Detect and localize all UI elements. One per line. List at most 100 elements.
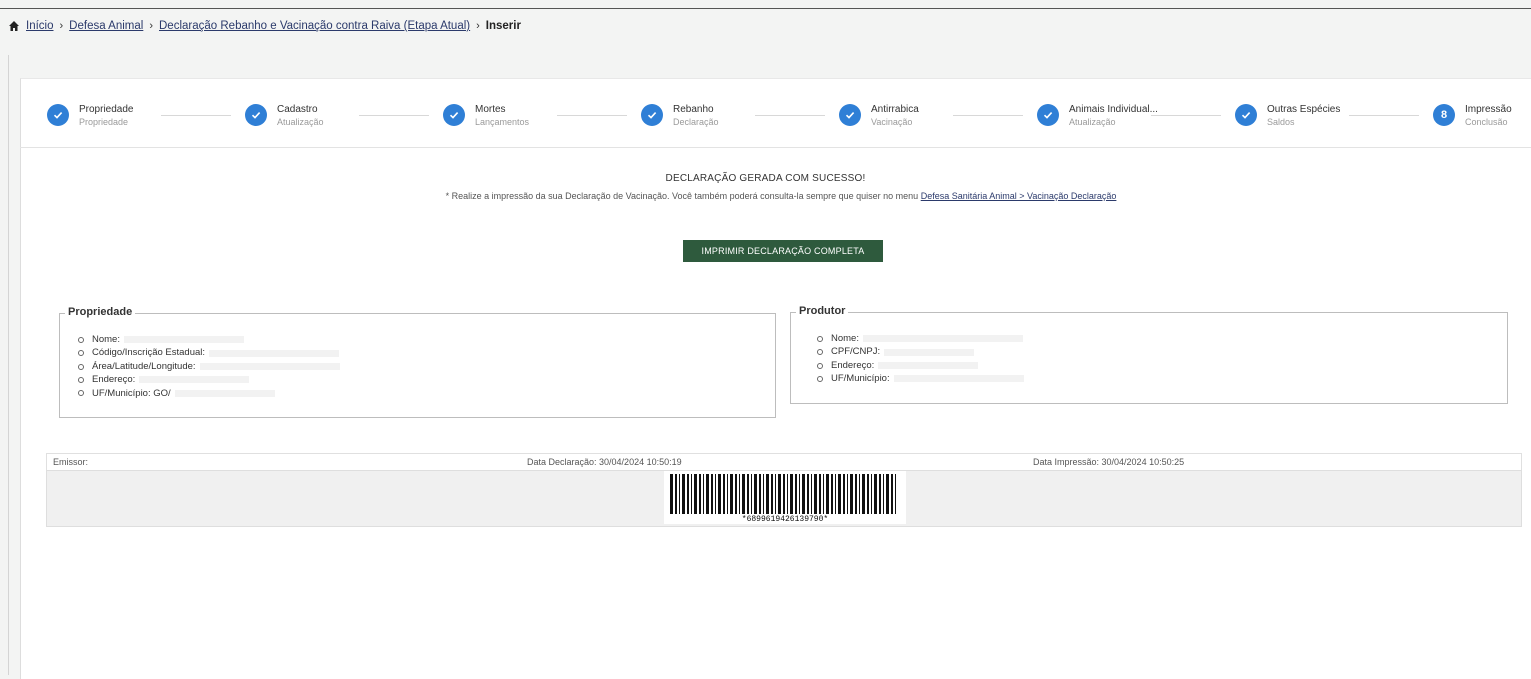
barcode-bar (867, 474, 869, 514)
breadcrumb: Início › Defesa Animal › Declaração Reba… (8, 20, 521, 32)
step-connector (1349, 115, 1419, 116)
check-icon (641, 104, 663, 126)
redacted-value (199, 363, 340, 371)
list-item: Nome: (78, 333, 340, 346)
field-label: Área/Latitude/Longitude: (92, 360, 196, 372)
barcode-bar (814, 474, 817, 514)
step-connector (953, 115, 1023, 116)
produtor-fieldset: Produtor Nome: CPF/CNPJ: Endereço: UF/Mu… (790, 305, 1508, 404)
barcode-bar (751, 474, 752, 514)
chevron-right-icon: › (149, 20, 153, 32)
barcode-bar (802, 474, 805, 514)
vacinacao-declaracao-link[interactable]: Defesa Sanitária Animal > Vacinação Decl… (921, 191, 1117, 201)
list-item: Endereço: (78, 373, 340, 386)
barcode-bar (691, 474, 692, 514)
field-label: Endereço: (92, 374, 136, 386)
list-item: Código/Inscrição Estadual: (78, 346, 340, 359)
field-label: Nome: (831, 333, 859, 344)
step-impressao[interactable]: 8 Impressão Conclusão (1433, 93, 1531, 133)
print-declaration-button[interactable]: IMPRIMIR DECLARAÇÃO COMPLETA (683, 240, 883, 262)
step-title: Rebanho (673, 104, 714, 115)
check-icon (1037, 104, 1059, 126)
bullet-icon (78, 336, 84, 343)
barcode-bar (679, 474, 680, 514)
redacted-value (862, 335, 1023, 343)
step-subtitle: Lançamentos (475, 117, 530, 127)
barcode-bar (859, 474, 860, 514)
barcode-bar (730, 474, 733, 514)
step-rebanho[interactable]: Rebanho Declaração (641, 93, 839, 133)
barcode-bar (855, 474, 857, 514)
step-subtitle: Propriedade (79, 117, 129, 127)
barcode-bar (891, 474, 893, 514)
data-declaracao: Data Declaração: 30/04/2024 10:50:19 (527, 457, 682, 467)
barcode-bar (694, 474, 697, 514)
field-label: CPF/CNPJ: (831, 346, 881, 358)
chevron-right-icon: › (476, 20, 480, 32)
barcode-bar (706, 474, 709, 514)
produtor-legend: Produtor (796, 305, 849, 317)
barcode-bar (778, 474, 781, 514)
step-title: Antirrabica (871, 104, 919, 115)
wizard-stepper: Propriedade Propriedade Cadastro Atualizaç… (47, 93, 1531, 133)
step-connector (1151, 115, 1221, 116)
barcode-bar (711, 474, 713, 514)
step-cadastro[interactable]: Cadastro Atualização (245, 93, 443, 133)
barcode-bar (879, 474, 881, 514)
bullet-icon (78, 376, 84, 383)
redacted-value (893, 375, 1024, 383)
step-outras-especies[interactable]: Outras Espécies Saldos (1235, 93, 1433, 133)
step-title: Cadastro (277, 104, 318, 115)
data-impressao: Data Impressão: 30/04/2024 10:50:25 (1033, 457, 1185, 467)
redacted-value (878, 362, 979, 370)
field-label: UF/Município: GO/ (92, 387, 171, 399)
barcode-bar (831, 474, 833, 514)
step-subtitle: Atualização (1069, 117, 1116, 127)
list-item: Nome: (817, 332, 1024, 345)
check-icon (1235, 104, 1257, 126)
breadcrumb-home-link[interactable]: Início (26, 20, 54, 32)
redacted-value (174, 389, 275, 397)
barcode-bar (723, 474, 725, 514)
barcode-bar (670, 474, 673, 514)
breadcrumb-defesa-animal-link[interactable]: Defesa Animal (69, 20, 143, 32)
stepper-divider (20, 147, 1531, 148)
barcode-bar (819, 474, 821, 514)
step-title: Mortes (475, 104, 506, 115)
barcode-bar (759, 474, 761, 514)
barcode-bar (687, 474, 689, 514)
list-item: UF/Município: (817, 372, 1024, 385)
barcode-bars (670, 474, 896, 514)
list-item: Endereço: (817, 359, 1024, 372)
barcode-bar (766, 474, 769, 514)
redacted-value (209, 349, 340, 357)
barcode-bar (843, 474, 845, 514)
barcode-bar (895, 474, 896, 514)
barcode-bar (795, 474, 797, 514)
barcode-bar (718, 474, 721, 514)
produtor-list: Nome: CPF/CNPJ: Endereço: UF/Município: (817, 332, 1024, 386)
barcode-bar (682, 474, 685, 514)
bullet-icon (817, 362, 823, 369)
success-message: * Realize a impressão da sua Declaração … (0, 191, 1531, 201)
field-label: Nome: (92, 334, 120, 345)
field-label: Endereço: (831, 359, 875, 371)
barcode-bar (739, 474, 740, 514)
breadcrumb-declaracao-link[interactable]: Declaração Rebanho e Vacinação contra Ra… (159, 20, 470, 32)
barcode-bar (823, 474, 824, 514)
barcode-bar (790, 474, 793, 514)
barcode-bar (703, 474, 704, 514)
barcode-area: *6899619426139790* (46, 470, 1522, 527)
step-animais-individual[interactable]: Animais Individual... Atualização (1037, 93, 1235, 133)
home-icon[interactable] (8, 20, 20, 32)
step-connector (755, 115, 825, 116)
step-antirrabica[interactable]: Antirrabica Vacinação (839, 93, 1037, 133)
barcode-bar (838, 474, 841, 514)
step-mortes[interactable]: Mortes Lançamentos (443, 93, 641, 133)
chevron-right-icon: › (59, 20, 64, 32)
barcode-bar (799, 474, 800, 514)
step-propriedade[interactable]: Propriedade Propriedade (47, 93, 245, 133)
barcode-bar (727, 474, 728, 514)
barcode-bar (850, 474, 853, 514)
check-icon (839, 104, 861, 126)
